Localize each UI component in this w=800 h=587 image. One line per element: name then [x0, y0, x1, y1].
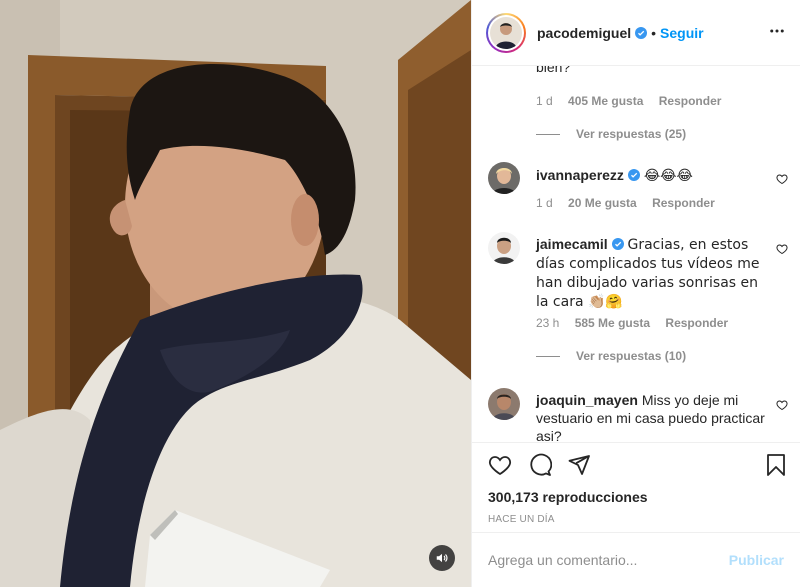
publish-button[interactable]: Publicar [729, 552, 784, 568]
bookmark-icon[interactable] [764, 453, 788, 477]
verified-badge-icon [627, 169, 640, 181]
more-options-icon[interactable] [768, 22, 786, 40]
comment-username[interactable]: joaquin_mayen [536, 392, 638, 408]
follow-button[interactable]: Seguir [660, 25, 704, 41]
comments-list[interactable]: bien? 1 d 405 Me gusta Responder Ver res… [472, 66, 800, 442]
comment-time[interactable]: 1 d [536, 94, 553, 108]
comment-content: jaimecamil Gracias, en estos días compli… [536, 235, 768, 311]
post-time-ago[interactable]: HACE UN DÍA [488, 514, 555, 525]
reply-button[interactable]: Responder [665, 316, 728, 330]
action-icons-row [488, 453, 788, 481]
video-frame [0, 0, 471, 587]
replies-line [536, 355, 560, 357]
comment-username[interactable]: ivannaperezz [536, 167, 624, 183]
comment-icon[interactable] [528, 453, 552, 477]
story-ring[interactable] [486, 12, 526, 53]
reply-button[interactable]: Responder [659, 94, 722, 108]
comment-likes[interactable]: 20 Me gusta [568, 196, 637, 210]
commenter-avatar[interactable] [488, 162, 520, 194]
comment-username[interactable]: jaimecamil [536, 236, 608, 252]
post-modal: pacodemiguel • Seguir bien? 1 d 405 Me g… [0, 0, 800, 587]
commenter-avatar[interactable] [488, 388, 520, 420]
comment-like-heart-icon[interactable] [776, 173, 788, 185]
commenter-avatar[interactable] [488, 232, 520, 264]
speaker-icon [436, 553, 448, 563]
view-replies-button[interactable]: Ver respuestas (25) [536, 127, 686, 141]
comment-content: ivannaperezz 😂😂😂 [536, 166, 768, 185]
view-replies-label: Ver respuestas (10) [576, 349, 687, 363]
comment-likes[interactable]: 585 Me gusta [575, 316, 650, 330]
view-replies-button[interactable]: Ver respuestas (10) [536, 349, 686, 363]
mute-toggle-button[interactable] [429, 545, 455, 571]
verified-badge-icon [635, 26, 648, 39]
share-icon[interactable] [567, 453, 591, 477]
comment-meta: 1 d 405 Me gusta Responder [536, 94, 733, 108]
add-comment-bar: Publicar [472, 532, 800, 587]
comment-text: bien? [536, 66, 571, 75]
verified-badge-icon [611, 238, 624, 250]
header-separator: • [651, 24, 657, 41]
reply-button[interactable]: Responder [652, 196, 715, 210]
comment-input[interactable] [488, 552, 729, 568]
comment-time[interactable]: 1 d [536, 196, 553, 210]
post-header: pacodemiguel • Seguir [472, 0, 800, 66]
view-replies-label: Ver respuestas (25) [576, 127, 687, 141]
comment-time[interactable]: 23 h [536, 316, 559, 330]
post-side-panel: pacodemiguel • Seguir bien? 1 d 405 Me g… [471, 0, 800, 587]
comment-meta: 23 h 585 Me gusta Responder [536, 316, 740, 330]
comment-text: 😂😂😂 [643, 168, 693, 184]
replies-line [536, 133, 560, 135]
comment-like-heart-icon[interactable] [776, 243, 788, 255]
comment-content: joaquin_mayen Miss yo deje mi vestuario … [536, 391, 768, 442]
view-count[interactable]: 300,173 reproducciones [488, 489, 648, 505]
heart-icon[interactable] [488, 453, 512, 477]
post-actions: 300,173 reproducciones HACE UN DÍA Publi… [472, 442, 800, 587]
author-username[interactable]: pacodemiguel [537, 25, 631, 41]
comment-like-heart-icon[interactable] [776, 399, 788, 411]
video-player[interactable] [0, 0, 471, 587]
author-avatar [490, 16, 522, 49]
comment-meta: 1 d 20 Me gusta Responder [536, 196, 727, 210]
comment-likes[interactable]: 405 Me gusta [568, 94, 643, 108]
